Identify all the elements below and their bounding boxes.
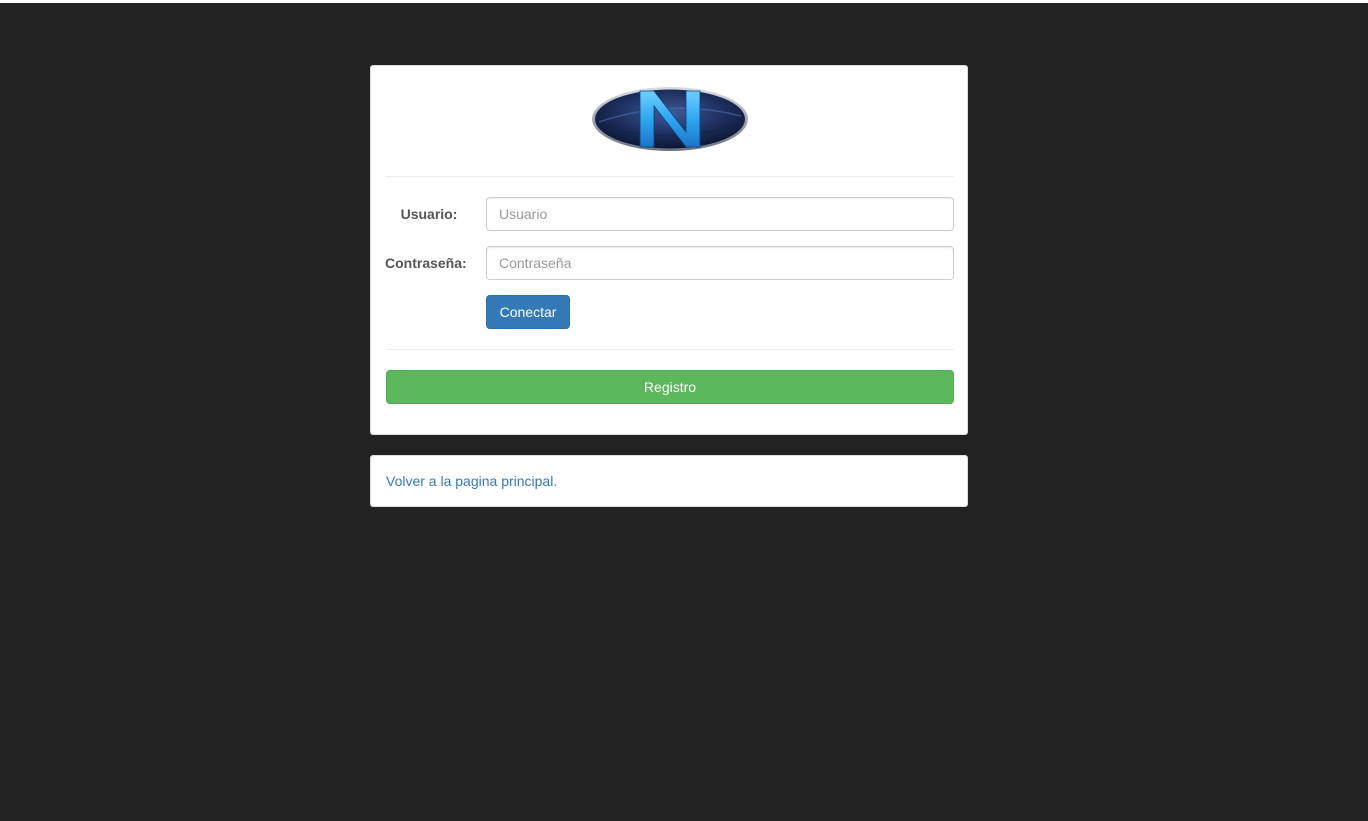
connect-button[interactable]: Conectar: [486, 295, 570, 329]
n-logo-icon: [591, 86, 749, 152]
register-button[interactable]: Registro: [386, 370, 954, 404]
user-label: Usuario:: [400, 206, 458, 222]
user-input[interactable]: [486, 197, 954, 231]
divider-top: [386, 176, 954, 177]
logo-svg: [592, 87, 748, 151]
login-panel: Usuario: Contraseña: Conectar Registro: [370, 65, 968, 435]
top-strip: [0, 0, 1368, 3]
home-link-panel: Volver a la pagina principal.: [370, 455, 968, 507]
home-link[interactable]: Volver a la pagina principal.: [386, 472, 557, 490]
password-input[interactable]: [486, 246, 954, 280]
password-label: Contraseña:: [385, 255, 467, 271]
divider-bottom: [386, 349, 954, 350]
